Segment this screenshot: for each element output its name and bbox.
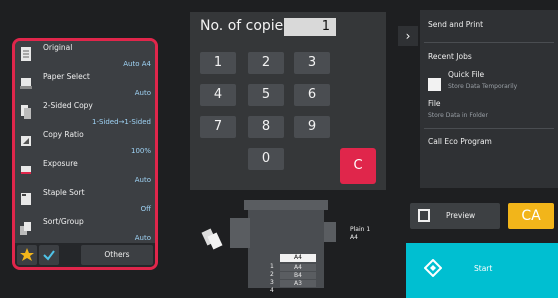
staple-icon xyxy=(21,193,31,205)
recent-jobs-item[interactable]: Recent Jobs xyxy=(428,52,472,61)
copy-ratio-label: Copy Ratio xyxy=(43,130,84,139)
tray-number-2: 2 xyxy=(270,271,274,278)
start-label: Start xyxy=(474,264,493,273)
document-icon xyxy=(21,47,31,61)
clear-all-button[interactable]: CA xyxy=(508,203,554,229)
key-6[interactable]: 6 xyxy=(294,84,330,106)
key-0[interactable]: 0 xyxy=(248,148,284,170)
preview-icon xyxy=(418,209,430,222)
preview-button[interactable]: Preview xyxy=(410,203,500,229)
exposure-button[interactable]: Exposure Auto xyxy=(15,157,155,188)
paper-select-value: Auto xyxy=(134,89,151,97)
others-button[interactable]: Others xyxy=(81,245,153,265)
divider xyxy=(424,128,554,129)
key-4[interactable]: 4 xyxy=(200,84,236,106)
staple-sort-label: Staple Sort xyxy=(43,188,85,197)
paper-select-label: Paper Select xyxy=(43,72,90,81)
key-9[interactable]: 9 xyxy=(294,116,330,138)
duplex-icon xyxy=(21,105,31,119)
exposure-icon xyxy=(21,166,31,174)
key-3[interactable]: 3 xyxy=(294,52,330,74)
copies-count-field[interactable]: 1 xyxy=(284,18,336,36)
tray-paper-type: Plain 1 xyxy=(350,226,371,233)
original-value: Auto A4 xyxy=(123,60,151,68)
original-document-icon xyxy=(201,228,223,250)
staple-sort-value: Off xyxy=(140,205,151,213)
exposure-label: Exposure xyxy=(43,159,78,168)
expand-chevron-button[interactable]: › xyxy=(398,26,418,46)
two-sided-copy-value: 1-Sided→1-Sided xyxy=(92,118,151,126)
quick-file-item[interactable]: Quick File xyxy=(448,70,484,79)
sort-group-value: Auto xyxy=(134,234,151,242)
tray-number-3: 3 xyxy=(270,279,274,286)
file-item[interactable]: File xyxy=(428,99,441,108)
exposure-value: Auto xyxy=(134,176,151,184)
original-label: Original xyxy=(43,43,73,52)
quick-file-checkbox[interactable] xyxy=(428,78,441,91)
tray-number-1: 1 xyxy=(270,263,274,270)
sort-group-icon xyxy=(20,222,31,235)
action-menu: Send and Print Recent Jobs Quick File St… xyxy=(420,10,558,188)
two-sided-copy-label: 2-Sided Copy xyxy=(43,101,93,110)
start-button[interactable]: Start xyxy=(406,243,558,298)
paper-trays: A4 1 A4 2 B4 3 A3 4 xyxy=(270,254,318,294)
divider xyxy=(424,42,554,43)
clear-button[interactable]: C xyxy=(340,148,376,184)
sort-group-button[interactable]: Sort/Group Auto xyxy=(15,215,155,246)
tray-2: A4 xyxy=(280,264,316,271)
sort-group-label: Sort/Group xyxy=(43,217,84,226)
copy-settings-panel: Original Auto A4 Paper Select Auto 2-Sid… xyxy=(12,38,158,270)
checked-settings-button[interactable] xyxy=(39,245,59,265)
paper-tray-icon xyxy=(20,78,32,89)
original-setting-button[interactable]: Original Auto A4 xyxy=(15,41,155,72)
start-diamond-icon xyxy=(424,259,442,277)
paper-select-button[interactable]: Paper Select Auto xyxy=(15,70,155,101)
tray-1: A4 xyxy=(280,254,316,262)
key-1[interactable]: 1 xyxy=(200,52,236,74)
quick-file-subtitle: Store Data Temporarily xyxy=(448,83,518,90)
staple-sort-button[interactable]: Staple Sort Off xyxy=(15,186,155,217)
copy-ratio-value: 100% xyxy=(130,147,151,155)
preview-label: Preview xyxy=(446,211,476,220)
favorites-button[interactable] xyxy=(17,245,37,265)
call-eco-program-item[interactable]: Call Eco Program xyxy=(428,137,492,146)
key-8[interactable]: 8 xyxy=(248,116,284,138)
tray-4: A3 xyxy=(280,280,316,287)
send-and-print-item[interactable]: Send and Print xyxy=(428,20,483,29)
numeric-keypad-panel: No. of copies 1 1 2 3 4 5 6 7 8 9 0 C xyxy=(190,12,386,190)
panel-bottom-bar: Others xyxy=(15,243,155,267)
tray-number-4: 4 xyxy=(270,287,274,294)
checkmark-icon xyxy=(43,250,55,261)
two-sided-copy-button[interactable]: 2-Sided Copy 1-Sided→1-Sided xyxy=(15,99,155,130)
tray-3: B4 xyxy=(280,272,316,279)
key-7[interactable]: 7 xyxy=(200,116,236,138)
key-2[interactable]: 2 xyxy=(248,52,284,74)
copies-label: No. of copies xyxy=(200,18,291,34)
copy-ratio-button[interactable]: Copy Ratio 100% xyxy=(15,128,155,159)
file-subtitle: Store Data in Folder xyxy=(428,112,488,119)
tray-status: Plain 1 A4 xyxy=(350,226,370,242)
tray-paper-size: A4 xyxy=(350,234,358,241)
copy-ratio-icon xyxy=(21,136,31,146)
key-5[interactable]: 5 xyxy=(248,84,284,106)
star-icon xyxy=(20,248,34,261)
